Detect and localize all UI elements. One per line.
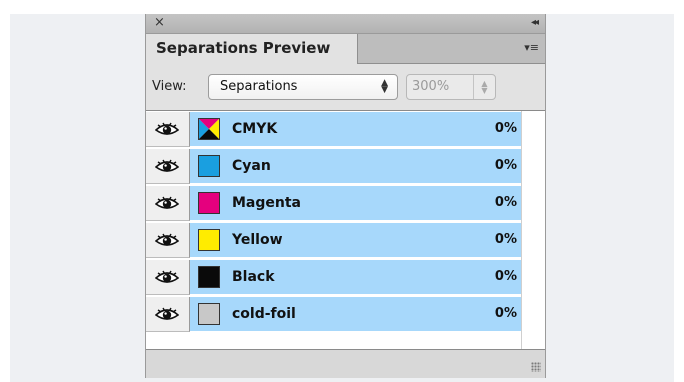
view-controls: View: Separations ▲ ▼ 300% ▲ ▼	[146, 64, 545, 110]
ink-name: Black	[232, 269, 275, 285]
ink-percent: 0%	[494, 195, 517, 210]
ink-name: Cyan	[232, 158, 271, 174]
ink-swatch-icon	[198, 229, 220, 251]
ink-percent: 0%	[494, 232, 517, 247]
tab-label: Separations Preview	[156, 39, 331, 57]
ink-row[interactable]: cold-foil 0%	[146, 297, 521, 332]
ink-swatch-icon	[198, 155, 220, 177]
ink-row[interactable]: Magenta 0%	[146, 186, 521, 221]
view-select[interactable]: Separations ▲ ▼	[208, 74, 398, 100]
visibility-toggle[interactable]	[146, 149, 190, 184]
close-icon[interactable]: ×	[154, 15, 165, 30]
select-arrows-icon: ▲ ▼	[381, 78, 388, 95]
ink-name: cold-foil	[232, 306, 296, 322]
visibility-toggle[interactable]	[146, 260, 190, 295]
ink-swatch-icon	[198, 266, 220, 288]
ink-swatch-icon	[198, 192, 220, 214]
visibility-toggle[interactable]	[146, 297, 190, 332]
ink-swatch-icon	[198, 303, 220, 325]
zoom-field[interactable]: 300% ▲ ▼	[406, 74, 496, 100]
ink-row[interactable]: Cyan 0%	[146, 149, 521, 184]
collapse-icon[interactable]: ◂◂	[531, 17, 539, 28]
ink-row-body: Magenta 0%	[190, 186, 521, 221]
ink-percent: 0%	[494, 158, 517, 173]
ink-percent: 0%	[494, 306, 517, 321]
ink-percent: 0%	[494, 269, 517, 284]
ink-row-body: CMYK 0%	[190, 112, 521, 147]
ink-row-body: cold-foil 0%	[190, 297, 521, 332]
visibility-toggle[interactable]	[146, 186, 190, 221]
ink-row-body: Black 0%	[190, 260, 521, 295]
zoom-value: 300%	[412, 79, 450, 94]
panel-menu-icon[interactable]: ▾≡	[524, 41, 539, 54]
view-label: View:	[152, 79, 187, 94]
ink-row-body: Cyan 0%	[190, 149, 521, 184]
ink-name: Yellow	[232, 232, 283, 248]
panel-title-bar[interactable]: × ◂◂	[146, 14, 545, 34]
list-scroll-gutter[interactable]	[521, 111, 545, 349]
ink-row[interactable]: CMYK 0%	[146, 112, 521, 147]
tab-separations-preview[interactable]: Separations Preview	[146, 34, 358, 64]
ink-percent: 0%	[494, 121, 517, 136]
view-select-value: Separations	[220, 79, 298, 94]
ink-row[interactable]: Yellow 0%	[146, 223, 521, 258]
resize-grip-icon[interactable]	[531, 362, 541, 372]
ink-list: CMYK 0% Cyan 0% Magenta 0% Yellow 0% Black 0% cold…	[146, 110, 545, 350]
ink-row-body: Yellow 0%	[190, 223, 521, 258]
panel-footer	[146, 350, 545, 378]
ink-row[interactable]: Black 0%	[146, 260, 521, 295]
ink-swatch-icon	[198, 118, 220, 140]
separations-preview-panel: × ◂◂ Separations Preview ▾≡ View: Separa…	[145, 14, 546, 378]
zoom-stepper-icon[interactable]: ▲ ▼	[473, 75, 495, 99]
visibility-toggle[interactable]	[146, 223, 190, 258]
ink-name: CMYK	[232, 121, 278, 137]
ink-name: Magenta	[232, 195, 302, 211]
visibility-toggle[interactable]	[146, 112, 190, 147]
panel-tab-row: Separations Preview ▾≡	[146, 34, 545, 64]
